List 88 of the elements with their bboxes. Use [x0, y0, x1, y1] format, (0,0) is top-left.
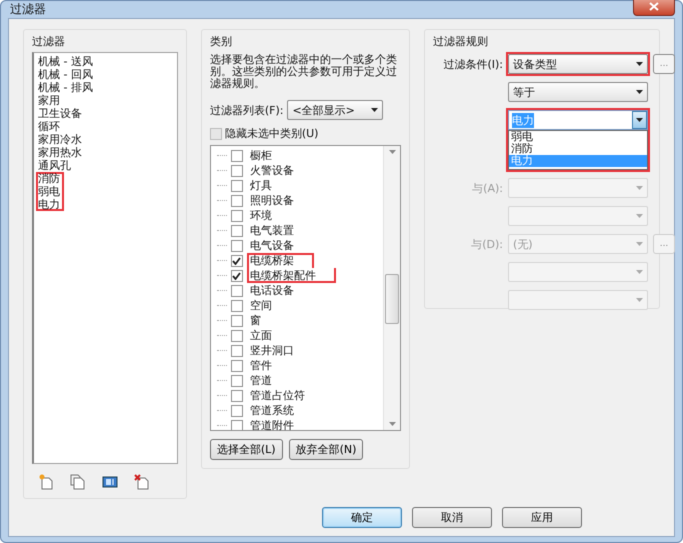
- filter-item[interactable]: 机械 - 排风: [36, 81, 97, 94]
- close-button[interactable]: [633, 0, 675, 16]
- category-label: 窗: [248, 313, 262, 328]
- caret-icon: [388, 422, 396, 426]
- rename-icon[interactable]: [102, 474, 118, 490]
- checkbox[interactable]: [230, 374, 243, 386]
- caret-icon: [636, 186, 643, 190]
- caret-icon: [636, 62, 643, 66]
- checkbox[interactable]: [230, 150, 243, 162]
- dropdown-button[interactable]: [632, 111, 647, 129]
- scrollbar-thumb[interactable]: [385, 274, 399, 324]
- caret-icon: [636, 90, 643, 94]
- checkbox[interactable]: [230, 404, 243, 416]
- rule-label: 与(A):: [471, 180, 503, 196]
- caret-icon: [636, 242, 643, 246]
- filter-item[interactable]: 家用: [36, 94, 64, 107]
- checkbox[interactable]: [230, 390, 243, 402]
- checkbox[interactable]: [230, 344, 243, 356]
- category-label: 空间: [248, 298, 273, 313]
- window-title: 过滤器: [9, 1, 46, 18]
- checkbox[interactable]: [230, 164, 243, 176]
- dialog-button[interactable]: 取消: [412, 507, 492, 528]
- checkbox[interactable]: [230, 194, 243, 206]
- close-icon: [649, 2, 659, 11]
- checkbox[interactable]: [230, 240, 243, 252]
- caret-icon: [636, 214, 643, 218]
- checkbox[interactable]: [230, 284, 243, 296]
- group-title: 类别: [210, 34, 232, 49]
- category-label: 管道占位符: [248, 388, 306, 403]
- filter-item[interactable]: 卫生设备: [36, 107, 86, 120]
- group-title: 过滤器规则: [433, 34, 488, 49]
- filter-item[interactable]: 机械 - 回风: [36, 68, 97, 81]
- checkbox[interactable]: [230, 420, 243, 430]
- rule-label: 与(D):: [470, 236, 503, 252]
- category-label: 管道: [248, 373, 273, 388]
- select-button[interactable]: 放弃全部(N): [288, 439, 364, 460]
- checkbox-label: 隐藏未选中类别(U): [224, 126, 318, 141]
- checkbox[interactable]: [230, 270, 243, 282]
- filter-item[interactable]: 消防: [36, 172, 64, 185]
- filter-item[interactable]: 电力: [36, 198, 64, 211]
- category-label: 管道系统: [248, 403, 295, 418]
- filter-item[interactable]: 机械 - 送风: [36, 55, 97, 68]
- group-title: 过滤器: [32, 34, 65, 49]
- category-label: 橱柜: [248, 148, 273, 163]
- filter-list-label: 过滤器列表(F):: [210, 102, 284, 118]
- filter-item[interactable]: 循环: [36, 120, 64, 133]
- filter-list-select[interactable]: <全部显示>: [287, 100, 384, 120]
- caret-icon: [371, 108, 378, 112]
- caret-icon: [636, 118, 643, 122]
- caret-icon: [636, 270, 643, 274]
- checkbox[interactable]: [230, 300, 243, 312]
- category-label: 电气装置: [248, 223, 295, 238]
- category-label: 灯具: [248, 178, 273, 193]
- caret-icon: [388, 150, 396, 154]
- filter-item[interactable]: 弱电: [36, 185, 64, 198]
- select-button[interactable]: 选择全部(L): [210, 439, 283, 460]
- checkbox[interactable]: [230, 224, 243, 236]
- category-label: 管件: [248, 358, 273, 373]
- checkbox[interactable]: [210, 128, 222, 140]
- checkbox[interactable]: [230, 314, 243, 326]
- category-label: 电话设备: [248, 283, 295, 298]
- delete-icon[interactable]: [134, 474, 150, 490]
- category-label: 电缆桥架: [246, 253, 314, 268]
- scrollbar[interactable]: [383, 146, 400, 430]
- rule-select[interactable]: 等于: [508, 82, 648, 102]
- dialog-button[interactable]: 确定: [322, 507, 402, 528]
- category-label: 照明设备: [248, 193, 295, 208]
- filter-item[interactable]: 家用热水: [36, 146, 86, 159]
- checkbox[interactable]: [230, 360, 243, 372]
- checkbox[interactable]: [230, 254, 243, 266]
- category-label: 火警设备: [248, 163, 295, 178]
- category-label: 电缆桥架配件: [246, 268, 336, 283]
- checkbox[interactable]: [230, 330, 243, 342]
- category-label: 立面: [248, 328, 273, 343]
- dialog-button[interactable]: 应用: [502, 507, 582, 528]
- checkbox[interactable]: [230, 210, 243, 222]
- rule-label: 过滤条件(I):: [442, 56, 503, 72]
- rule-select[interactable]: 设备类型: [508, 54, 648, 74]
- copy-icon[interactable]: [70, 474, 86, 490]
- filter-item[interactable]: 家用冷水: [36, 133, 86, 146]
- caret-icon: [636, 298, 643, 302]
- category-label: 环境: [248, 208, 273, 223]
- new-filter-icon[interactable]: [38, 474, 54, 490]
- checkbox[interactable]: [230, 180, 243, 192]
- filter-item[interactable]: 通风孔: [36, 159, 75, 172]
- category-label: 竖井洞口: [248, 343, 295, 358]
- category-label: 电气设备: [248, 238, 295, 253]
- description-text: 选择要包含在过滤器中的一个或多个类别。这些类别的公共参数可用于定义过滤器规则。: [210, 54, 398, 90]
